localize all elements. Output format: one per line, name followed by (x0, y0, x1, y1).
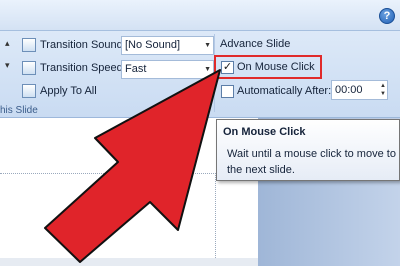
pointer-arrow-icon (44, 69, 221, 263)
red-arrow (44, 69, 221, 263)
